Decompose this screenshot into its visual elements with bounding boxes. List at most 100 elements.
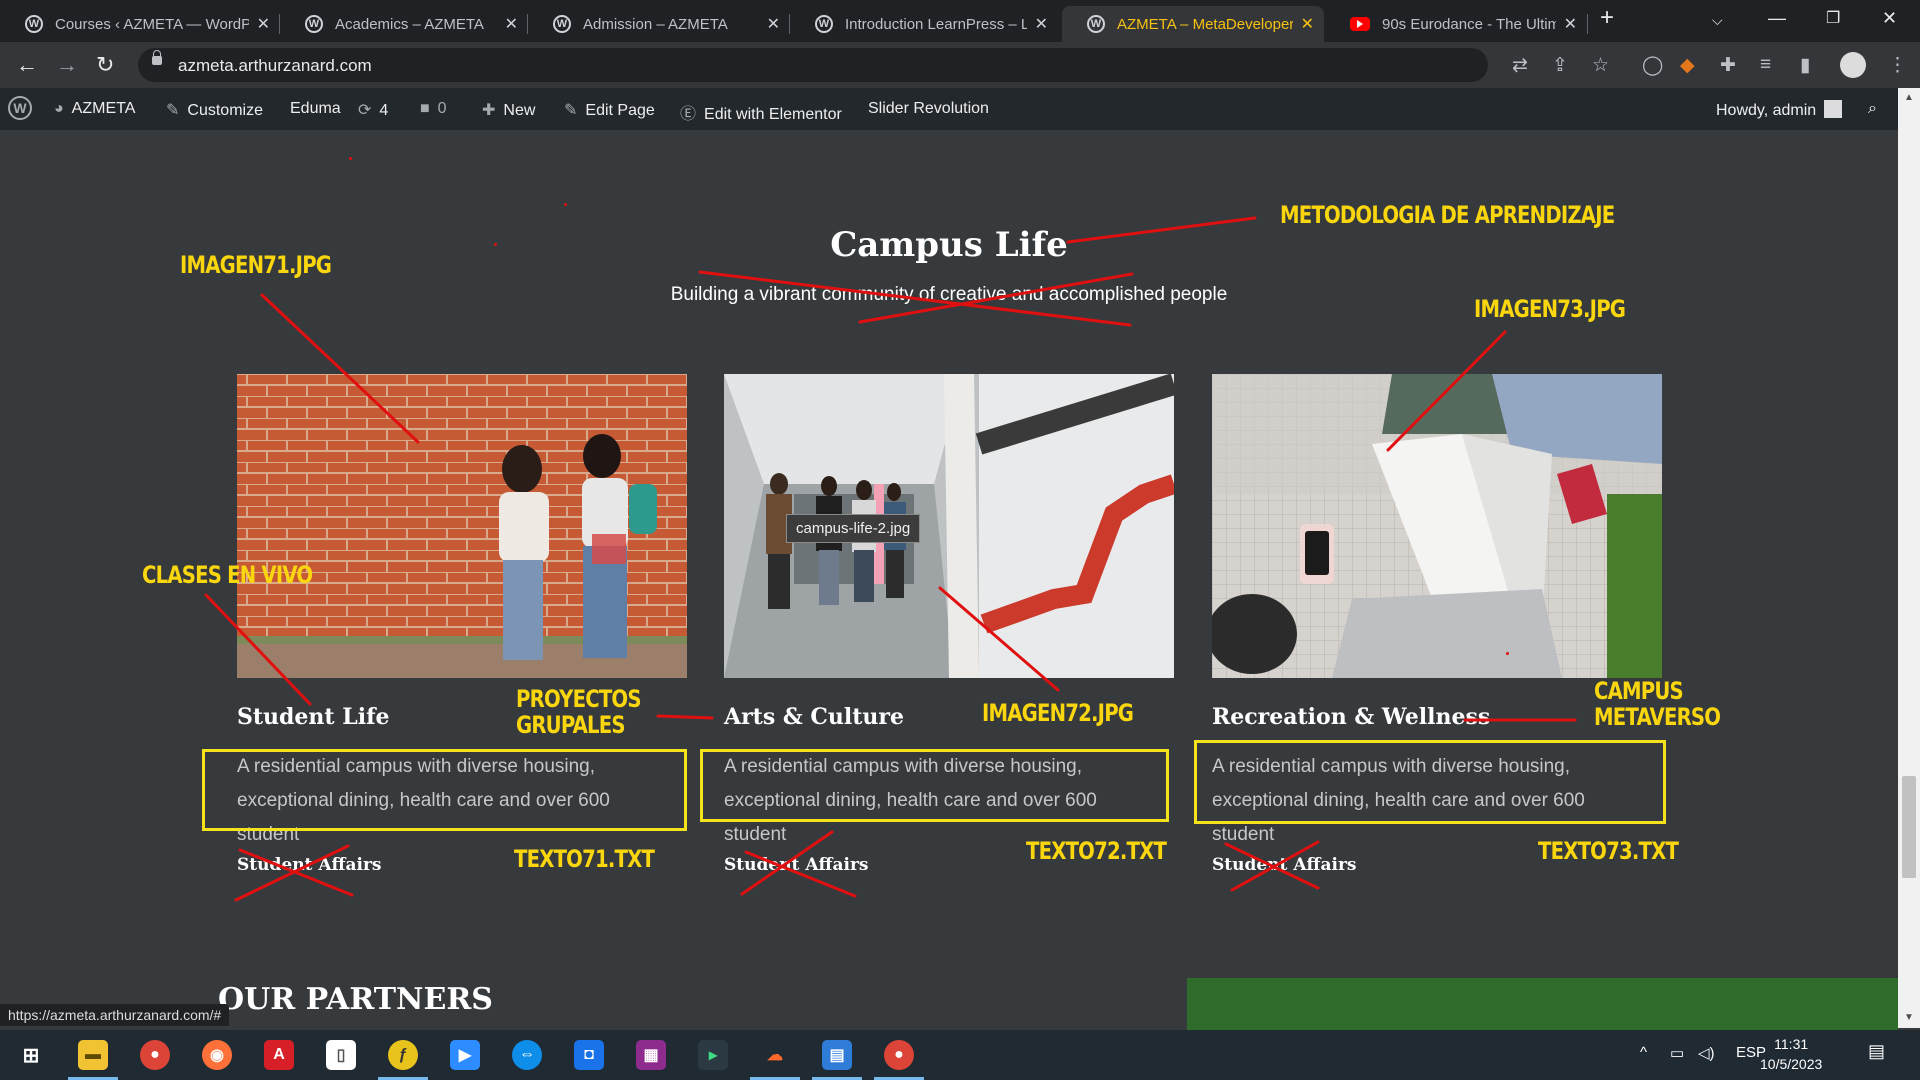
annotation-texto72: TEXTO72.TXT xyxy=(1026,837,1167,865)
tray-chevron-icon[interactable]: ^ xyxy=(1640,1044,1647,1061)
elementor-label: Edit with Elementor xyxy=(704,106,842,123)
scrollbar-thumb[interactable] xyxy=(1902,776,1916,878)
address-bar[interactable]: azmeta.arthurzanard.com xyxy=(138,48,1488,82)
wp-new[interactable]: ✚ New xyxy=(482,100,535,120)
volume-icon[interactable]: ◁) xyxy=(1698,1044,1715,1062)
zoom-icon[interactable]: ▶ xyxy=(450,1040,480,1070)
wordpress-logo-icon[interactable]: W xyxy=(8,96,32,120)
firefox-icon[interactable]: ◉ xyxy=(202,1040,232,1070)
wp-site-name[interactable]: ◕ AZMETA xyxy=(54,100,135,118)
page-scrollbar[interactable]: ▲ ▼ xyxy=(1898,88,1920,1028)
card-title-arts-culture[interactable]: Arts & Culture xyxy=(724,704,904,730)
teamviewer-icon[interactable]: ⇔ xyxy=(512,1040,542,1070)
close-tab-icon[interactable]: ✕ xyxy=(1564,14,1577,34)
close-tab-icon[interactable]: ✕ xyxy=(1035,14,1048,34)
tab-azmeta-active[interactable]: W AZMETA – MetaDevelopers ✕ xyxy=(1062,6,1324,42)
media-control-icon[interactable]: ≡ xyxy=(1760,54,1771,76)
pencil-icon: ✎ xyxy=(564,102,578,119)
acrobat-icon[interactable]: A xyxy=(264,1040,294,1070)
close-tab-icon[interactable]: ✕ xyxy=(257,14,270,34)
app-arrow-icon[interactable]: ▸ xyxy=(698,1040,728,1070)
network-icon[interactable]: ▭ xyxy=(1670,1044,1684,1062)
chrome-icon[interactable]: ● xyxy=(140,1040,170,1070)
customize-label: Customize xyxy=(187,102,263,119)
reading-photo xyxy=(1212,374,1662,678)
reload-icon[interactable]: ↻ xyxy=(96,52,114,78)
file-explorer-icon[interactable]: ▬ xyxy=(78,1040,108,1070)
wp-comments[interactable]: ■ 0 xyxy=(420,100,447,118)
tab-courses[interactable]: W Courses ‹ AZMETA — WordPress ✕ xyxy=(0,6,280,42)
close-tab-icon[interactable]: ✕ xyxy=(1301,14,1314,34)
tab-title: 90s Eurodance - The Ultimate xyxy=(1382,15,1556,33)
wp-slider-revolution[interactable]: Slider Revolution xyxy=(868,100,989,118)
bag-icon[interactable]: ◘ xyxy=(574,1040,604,1070)
card-image-recreation[interactable] xyxy=(1212,374,1662,678)
tab-academics[interactable]: W Academics – AZMETA ✕ xyxy=(280,6,528,42)
wp-edit-elementor[interactable]: Ⓔ Edit with Elementor xyxy=(680,100,842,124)
howdy-label: Howdy, admin xyxy=(1716,102,1817,119)
lock-icon[interactable] xyxy=(152,50,162,65)
document-icon[interactable]: ▯ xyxy=(326,1040,356,1070)
side-panel-icon[interactable]: ▮ xyxy=(1800,54,1810,77)
tab-learnpress[interactable]: W Introduction LearnPress – LMS ✕ xyxy=(790,6,1058,42)
annotation-proyectos: PROYECTOS xyxy=(516,685,642,713)
clock-time: 11:31 xyxy=(1774,1036,1809,1052)
extensions-icon[interactable]: ✚ xyxy=(1720,54,1736,77)
share-icon[interactable]: ⇪ xyxy=(1552,54,1568,77)
notepad-icon[interactable]: ▤ xyxy=(822,1040,852,1070)
wp-customize[interactable]: ✎ Customize xyxy=(166,100,263,120)
notifications-icon[interactable]: ▤ xyxy=(1868,1041,1885,1062)
updates-count: 4 xyxy=(379,102,389,119)
close-window-icon[interactable]: ✕ xyxy=(1882,8,1897,29)
tab-youtube[interactable]: 90s Eurodance - The Ultimate ✕ xyxy=(1325,6,1587,42)
wordpress-icon: W xyxy=(1087,15,1105,33)
new-label: New xyxy=(503,102,536,119)
card-title-student-life[interactable]: Student Life xyxy=(237,704,390,730)
annotation-texto71: TEXTO71.TXT xyxy=(514,845,655,873)
wp-edit-page[interactable]: ✎ Edit Page xyxy=(564,100,655,120)
wp-search-icon[interactable]: ⌕ xyxy=(1868,100,1877,118)
new-tab-icon[interactable]: + xyxy=(1600,4,1614,32)
windows-start-icon[interactable]: ⊞ xyxy=(16,1040,46,1070)
tab-title: Introduction LearnPress – LMS xyxy=(845,15,1027,33)
card-image-student-life[interactable] xyxy=(237,374,687,678)
system-clock[interactable]: 11:31 10/5/2023 xyxy=(1760,1034,1822,1074)
link-status-bar: https://azmeta.arthurzanard.com/# xyxy=(0,1004,230,1026)
profile-avatar[interactable] xyxy=(1840,52,1866,78)
browser-menu-icon[interactable]: ⋮ xyxy=(1888,54,1907,77)
student-affairs-link[interactable]: Student Affairs xyxy=(237,855,381,875)
image-tooltip: campus-life-2.jpg xyxy=(786,514,921,543)
chrome-active-icon[interactable]: ● xyxy=(884,1040,914,1070)
browser-tab-strip: W Courses ‹ AZMETA — WordPress ✕ W Acade… xyxy=(0,0,1920,42)
wordpress-icon: W xyxy=(815,15,833,33)
metamask-icon[interactable]: ◆ xyxy=(1680,54,1695,77)
wp-theme-eduma[interactable]: Eduma xyxy=(290,100,341,118)
url-text[interactable]: azmeta.arthurzanard.com xyxy=(178,56,372,76)
wp-howdy[interactable]: Howdy, admin xyxy=(1716,100,1843,120)
tab-admission[interactable]: W Admission – AZMETA ✕ xyxy=(528,6,790,42)
red-mark-dot xyxy=(349,157,352,160)
red-mark-dot xyxy=(564,203,567,206)
back-icon[interactable]: ← xyxy=(16,52,38,78)
scroll-up-icon[interactable]: ▲ xyxy=(1904,92,1914,103)
wp-updates[interactable]: ⟳ 4 xyxy=(358,100,388,120)
restore-icon[interactable]: ❐ xyxy=(1826,8,1840,28)
scroll-down-icon[interactable]: ▼ xyxy=(1904,1012,1914,1023)
bookmark-star-icon[interactable]: ☆ xyxy=(1592,54,1609,77)
lightbulb-icon[interactable]: ◯ xyxy=(1642,54,1663,77)
card-title-recreation[interactable]: Recreation & Wellness xyxy=(1212,704,1490,730)
minimize-icon[interactable]: — xyxy=(1768,8,1786,29)
tab-search-icon[interactable]: ⌵ xyxy=(1712,12,1723,29)
close-tab-icon[interactable]: ✕ xyxy=(767,14,780,34)
student-affairs-link[interactable]: Student Affairs xyxy=(1212,855,1356,875)
close-tab-icon[interactable]: ✕ xyxy=(505,14,518,34)
forward-icon[interactable]: → xyxy=(56,52,78,78)
tab-divider xyxy=(1587,14,1588,34)
cloud-app-icon[interactable]: ☁ xyxy=(760,1040,790,1070)
partners-heading: OUR PARTNERS xyxy=(218,982,493,1017)
student-affairs-link[interactable]: Student Affairs xyxy=(724,855,868,875)
app-yellow-icon[interactable]: ƒ xyxy=(388,1040,418,1070)
translate-icon[interactable]: ⇄ xyxy=(1512,54,1528,77)
winrar-icon[interactable]: ▦ xyxy=(636,1040,666,1070)
site-name-label: AZMETA xyxy=(71,100,136,117)
